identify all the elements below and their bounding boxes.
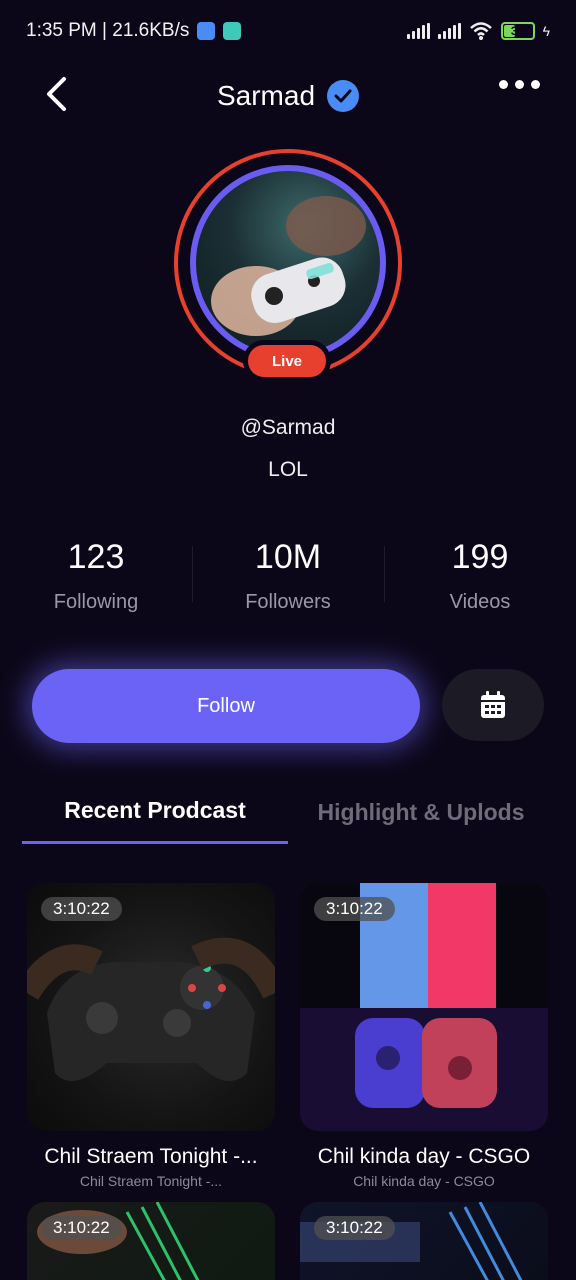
stat-value: 123 [67,538,125,576]
video-thumbnail: 3:10:22 [300,883,548,1131]
profile-stats: 123 Following 10M Followers 199 Videos [0,532,576,622]
status-left: 1:35 PM | 21.6KB/s [26,20,242,42]
dot [531,80,540,89]
battery-level: 39 [510,24,525,38]
video-duration: 3:10:22 [41,897,122,921]
video-thumbnail: 3:10:22 [27,1202,275,1280]
status-time: 1:35 PM | 21.6KB/s [26,20,190,41]
signal-icon-2 [437,23,461,39]
profile-handle: @Sarmad [240,416,336,439]
stat-label: Followers [245,591,331,613]
tab-highlight-uplods[interactable]: Highlight & Uplods [288,780,554,844]
thumbnail-image [300,1202,523,1280]
dot [515,80,524,89]
video-card[interactable]: 3:10:22 [27,1202,275,1280]
stat-followers[interactable]: 10M Followers [192,532,384,622]
wifi-icon [469,22,492,40]
calendar-icon [481,691,505,718]
video-thumbnail: 3:10:22 [300,1202,548,1280]
back-button[interactable] [36,74,76,114]
video-card[interactable]: 3:10:22 [300,1202,548,1280]
content-tabs: Recent Prodcast Highlight & Uplods [22,780,554,850]
title-wrap: Sarmad [216,80,360,112]
status-right: 39 ϟ [406,21,550,41]
stat-videos[interactable]: 199 Videos [384,532,576,622]
battery-icon: 39 [500,22,535,40]
video-duration: 3:10:22 [314,1216,395,1240]
status-bar: 1:35 PM | 21.6KB/s 39 ϟ [0,0,576,62]
telegram-icon [197,22,216,40]
profile-header: Sarmad [0,62,576,138]
avatar [190,165,386,361]
back-arrow-icon [47,77,66,111]
video-title: Chil Straem Tonight -... [44,1145,258,1168]
app-notification-icon [223,22,242,40]
video-duration: 3:10:22 [314,897,395,921]
video-card[interactable]: 3:10:22 Chil Straem Tonight -... Chil St… [27,883,275,1189]
charging-icon: ϟ [542,23,550,39]
signal-icon [406,23,430,39]
verified-badge-icon [327,80,360,112]
page-title: Sarmad [216,80,316,111]
thumbnail-image [37,1202,200,1280]
video-subtitle: Chil kinda day - CSGO [353,1173,495,1189]
follow-button[interactable]: Follow [32,669,420,743]
avatar-image [211,196,366,336]
profile-bio: LOL [268,458,308,481]
video-thumbnail: 3:10:22 [27,883,275,1131]
stat-value: 10M [254,538,322,576]
tab-recent-prodcast[interactable]: Recent Prodcast [22,780,288,844]
video-subtitle: Chil Straem Tonight -... [79,1173,223,1189]
stat-label: Videos [449,591,511,613]
calendar-button[interactable] [442,669,544,741]
stat-value: 199 [451,538,509,576]
live-badge: Live [243,340,331,382]
video-card[interactable]: 3:10:22 Chil kinda day - CSGO Chil kinda… [300,883,548,1189]
dot [499,80,508,89]
stat-label: Following [53,591,139,613]
more-options-button[interactable] [499,80,540,89]
stat-following[interactable]: 123 Following [0,532,192,622]
video-title: Chil kinda day - CSGO [317,1145,531,1168]
video-duration: 3:10:22 [41,1216,122,1240]
